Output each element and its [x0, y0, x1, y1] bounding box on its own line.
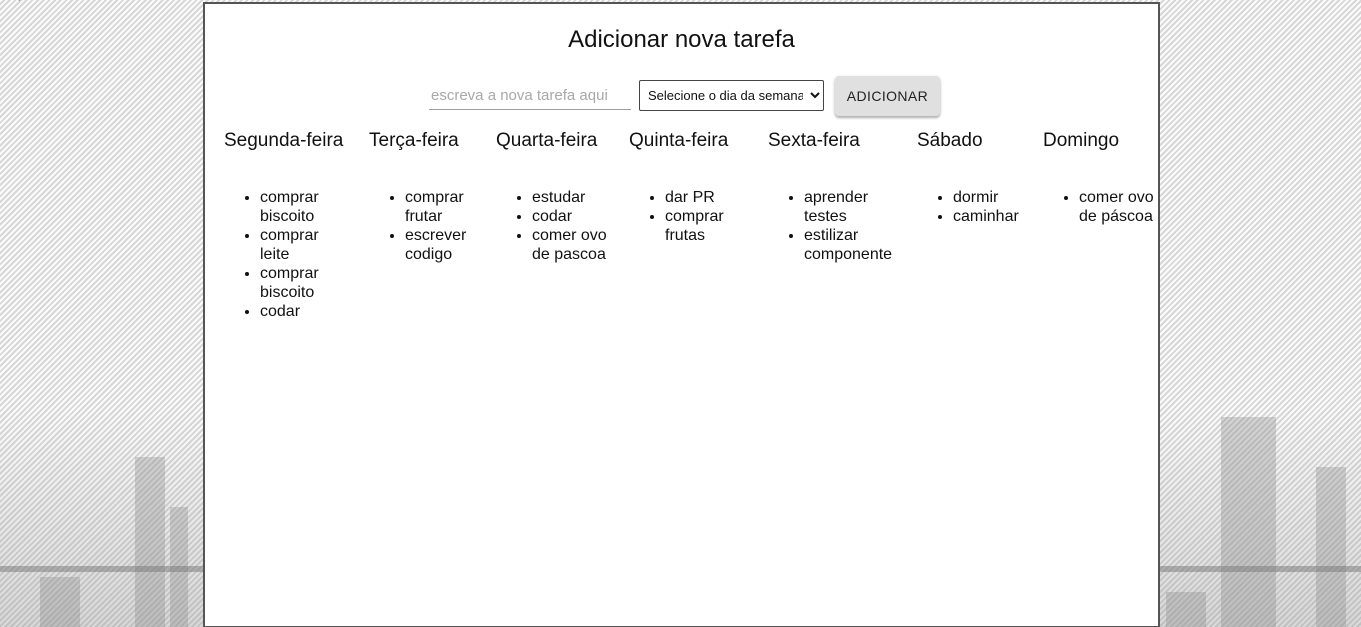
task-item: dar PR: [665, 188, 735, 207]
day-column-sexta: Sexta-feira aprender testes estilizar co…: [768, 130, 904, 264]
background-skyline-right: [1156, 407, 1361, 627]
building-shape: [40, 577, 80, 627]
task-item: escrever codigo: [405, 226, 473, 264]
task-item: comprar leite: [260, 226, 330, 264]
task-input[interactable]: [429, 81, 631, 110]
day-column-domingo: Domingo comer ovo de páscoa: [1043, 130, 1157, 226]
background-skyline-left: [0, 407, 205, 627]
task-item: codar: [260, 302, 330, 321]
weekday-select[interactable]: Selecione o dia da semana: [639, 80, 824, 111]
task-item: caminhar: [953, 207, 1033, 226]
day-column-quarta: Quarta-feira estudar codar comer ovo de …: [496, 130, 610, 264]
day-title: Sexta-feira: [768, 130, 860, 151]
task-list: comprar frutar escrever codigo: [369, 188, 473, 264]
task-item: aprender testes: [804, 188, 870, 226]
railing: [1156, 566, 1361, 572]
task-item: estilizar componente: [804, 226, 892, 264]
task-item: estudar: [532, 188, 610, 207]
add-button[interactable]: ADICIONAR: [835, 76, 940, 116]
task-item: comprar frutar: [405, 188, 473, 226]
task-item: codar: [532, 207, 610, 226]
day-column-sabado: Sábado dormir caminhar: [917, 130, 1033, 226]
day-title: Quarta-feira: [496, 130, 598, 151]
task-list: dar PR comprar frutas: [629, 188, 735, 245]
day-title: Sábado: [917, 130, 983, 151]
day-column-terca: Terça-feira comprar frutar escrever codi…: [369, 130, 473, 264]
task-list: comer ovo de páscoa: [1043, 188, 1157, 226]
day-title: Quinta-feira: [629, 130, 729, 151]
broken-image-icon: ✂: [18, 0, 26, 5]
task-item: comprar biscoito: [260, 188, 330, 226]
task-item: dormir: [953, 188, 1033, 207]
add-task-form: Selecione o dia da semana ADICIONAR: [205, 75, 1158, 119]
todo-panel: Adicionar nova tarefa Selecione o dia da…: [203, 2, 1160, 627]
day-title: Segunda-feira: [224, 130, 344, 151]
task-list: estudar codar comer ovo de pascoa: [496, 188, 610, 264]
building-shape: [1221, 417, 1276, 627]
day-title: Domingo: [1043, 130, 1120, 151]
building-shape: [1166, 592, 1206, 627]
page-title: Adicionar nova tarefa: [568, 26, 795, 53]
day-title: Terça-feira: [369, 130, 459, 151]
day-column-quinta: Quinta-feira dar PR comprar frutas: [629, 130, 735, 245]
task-item: comer ovo de pascoa: [532, 226, 610, 264]
task-item: comprar frutas: [665, 207, 735, 245]
building-shape: [135, 457, 165, 627]
task-list: dormir caminhar: [917, 188, 1033, 226]
task-item: comer ovo de páscoa: [1079, 188, 1157, 226]
railing: [0, 566, 205, 572]
task-list: aprender testes estilizar componente: [768, 188, 904, 264]
day-column-segunda: Segunda-feira comprar biscoito comprar l…: [224, 130, 343, 321]
task-item: comprar biscoito: [260, 264, 330, 302]
task-list: comprar biscoito comprar leite comprar b…: [224, 188, 330, 321]
building-shape: [1316, 467, 1346, 627]
